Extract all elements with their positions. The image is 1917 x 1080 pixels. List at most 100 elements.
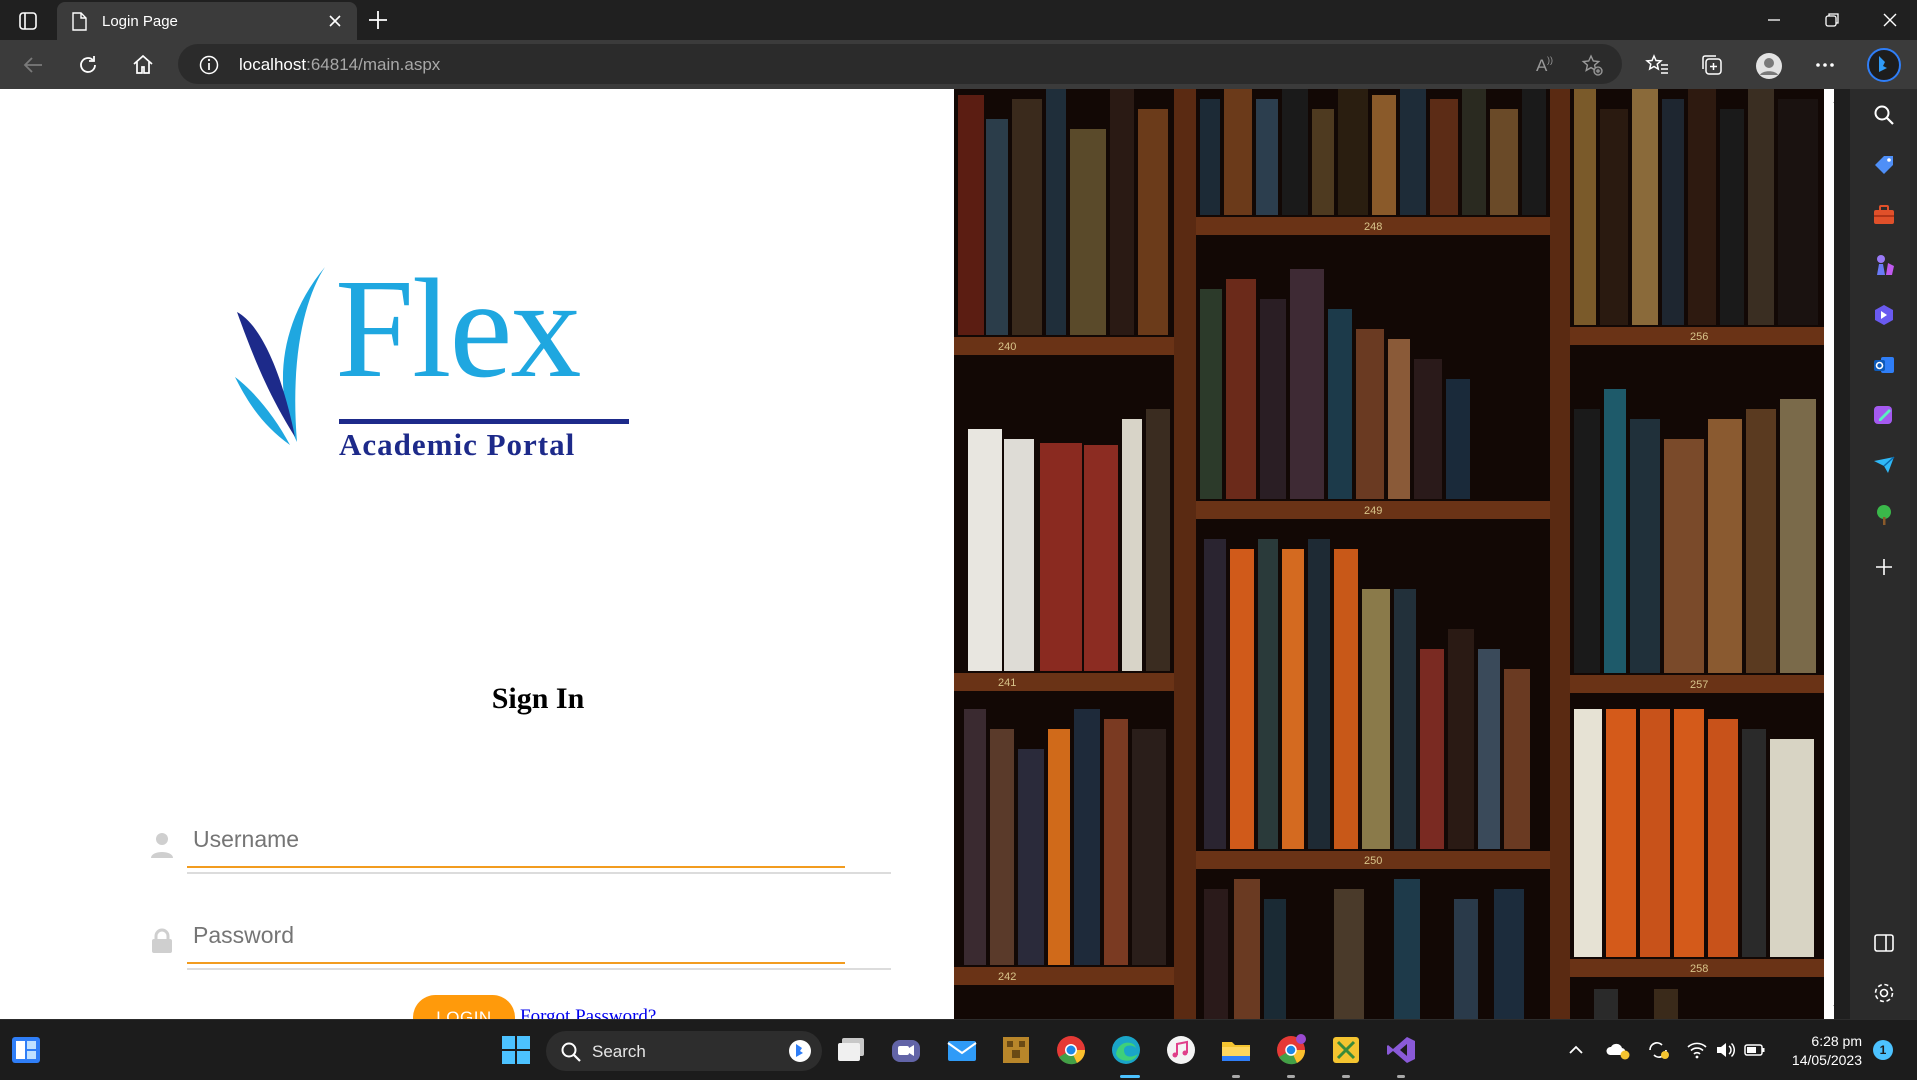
password-underline xyxy=(187,968,891,970)
svg-text:250: 250 xyxy=(1364,855,1382,867)
tab-actions-icon[interactable] xyxy=(14,9,42,33)
address-bar[interactable]: localhost:64814/main.aspx A)) xyxy=(178,44,1622,84)
svg-text:240: 240 xyxy=(998,341,1016,353)
home-icon[interactable] xyxy=(130,52,156,78)
taskbar-search-label: Search xyxy=(592,1042,646,1061)
sync-icon[interactable] xyxy=(1646,1040,1670,1065)
edge-sidebar xyxy=(1850,89,1917,1019)
page-icon xyxy=(71,12,87,36)
password-focus-line xyxy=(187,962,845,964)
password-field xyxy=(150,912,891,970)
logo-subtitle: Academic Portal xyxy=(339,427,576,462)
back-icon[interactable] xyxy=(20,52,46,78)
onedrive-icon[interactable] xyxy=(1606,1040,1630,1065)
minecraft-icon[interactable] xyxy=(1000,1034,1032,1066)
logo-word: Flex xyxy=(335,249,581,407)
copilot-icon[interactable] xyxy=(1872,303,1896,327)
username-underline xyxy=(187,872,891,874)
split-screen-icon[interactable] xyxy=(1872,931,1896,955)
volume-icon[interactable] xyxy=(1714,1040,1736,1065)
favorites-icon[interactable] xyxy=(1644,52,1670,78)
taskbar-search-icon xyxy=(560,1041,582,1068)
notification-badge[interactable]: 1 xyxy=(1873,1040,1893,1060)
username-field xyxy=(150,816,891,874)
chess-icon[interactable] xyxy=(1872,253,1896,277)
username-focus-line xyxy=(187,866,845,868)
logo-underline xyxy=(339,419,629,424)
login-button[interactable]: LOGIN xyxy=(413,995,515,1019)
itunes-icon[interactable] xyxy=(1165,1034,1197,1066)
add-icon[interactable] xyxy=(1872,555,1896,579)
url-host: localhost xyxy=(239,55,307,74)
teams-icon[interactable] xyxy=(890,1034,922,1066)
minimize-icon[interactable] xyxy=(1762,8,1786,32)
svg-text:242: 242 xyxy=(998,971,1016,983)
start-icon[interactable] xyxy=(500,1034,532,1066)
collections-icon[interactable] xyxy=(1699,52,1725,78)
lock-icon xyxy=(150,928,174,959)
new-tab-icon[interactable] xyxy=(366,8,390,37)
explorer-running-indicator xyxy=(1232,1075,1240,1078)
read-aloud-icon[interactable]: A)) xyxy=(1534,53,1558,82)
clock-date: 14/05/2023 xyxy=(1791,1052,1862,1068)
svg-text:256: 256 xyxy=(1690,331,1708,343)
tree-icon[interactable] xyxy=(1872,503,1896,527)
svg-text:257: 257 xyxy=(1690,679,1708,691)
chrome-icon[interactable] xyxy=(1055,1034,1087,1066)
clock-time: 6:28 pm xyxy=(1811,1033,1862,1049)
edge-active-indicator xyxy=(1120,1075,1140,1078)
bing-icon[interactable] xyxy=(788,1039,812,1068)
bing-chat-icon[interactable] xyxy=(1867,48,1901,82)
page-viewport: Flex Academic Portal Sign In LOGIN Forgo… xyxy=(0,89,1834,1019)
url-path: :64814/main.aspx xyxy=(306,55,441,74)
vs-running-indicator xyxy=(1397,1075,1405,1078)
signin-title: Sign In xyxy=(491,682,585,715)
briefcase-icon[interactable] xyxy=(1872,203,1896,227)
close-tab-icon[interactable] xyxy=(325,11,345,36)
visual-studio-icon[interactable] xyxy=(1385,1034,1417,1066)
svg-text:248: 248 xyxy=(1364,221,1382,233)
more-options-icon[interactable] xyxy=(1812,52,1838,78)
restore-icon[interactable] xyxy=(1820,8,1844,32)
snipping-running-indicator xyxy=(1342,1075,1350,1078)
page-scrollbar[interactable] xyxy=(1824,89,1834,1019)
snipping-icon[interactable] xyxy=(1330,1034,1362,1066)
taskbar-clock[interactable]: 6:28 pm 14/05/2023 xyxy=(1772,1032,1862,1070)
settings-icon[interactable] xyxy=(1872,981,1896,1005)
add-favorite-icon[interactable] xyxy=(1580,53,1604,82)
svg-text:)): )) xyxy=(1547,55,1553,65)
profile-icon[interactable] xyxy=(1755,52,1782,79)
tag-icon[interactable] xyxy=(1872,153,1896,177)
show-hidden-icons-icon[interactable] xyxy=(1566,1040,1586,1065)
site-info-icon[interactable] xyxy=(198,54,220,81)
wifi-icon[interactable] xyxy=(1686,1040,1708,1065)
outlook-icon[interactable] xyxy=(1872,353,1896,377)
svg-text:241: 241 xyxy=(998,677,1016,689)
refresh-icon[interactable] xyxy=(75,52,101,78)
tab-login-page[interactable]: Login Page xyxy=(57,2,357,40)
svg-text:258: 258 xyxy=(1690,963,1708,975)
browser-titlebar: Login Page xyxy=(0,0,1917,40)
logo-swoosh-icon xyxy=(235,267,325,445)
search-icon[interactable] xyxy=(1872,103,1896,127)
url-text[interactable]: localhost:64814/main.aspx xyxy=(239,55,440,75)
tab-title: Login Page xyxy=(102,13,178,30)
widgets-icon[interactable] xyxy=(10,1034,42,1066)
close-window-icon[interactable] xyxy=(1878,8,1902,32)
forgot-password-link[interactable]: Forgot Password? xyxy=(520,1006,656,1019)
password-input[interactable] xyxy=(193,922,793,949)
file-explorer-icon[interactable] xyxy=(1220,1034,1252,1066)
designer-icon[interactable] xyxy=(1872,403,1896,427)
edge-icon[interactable] xyxy=(1110,1034,1142,1066)
bookshelf-image: 240 248 256 249 241 257 250 242 258 xyxy=(954,89,1824,1019)
task-view-icon[interactable] xyxy=(836,1034,868,1066)
send-icon[interactable] xyxy=(1872,453,1896,477)
battery-icon[interactable] xyxy=(1743,1040,1767,1065)
browser-toolbar: localhost:64814/main.aspx A)) xyxy=(0,40,1917,89)
taskbar-search[interactable]: Search xyxy=(546,1031,822,1071)
mail-icon[interactable] xyxy=(946,1034,978,1066)
login-pane: Flex Academic Portal Sign In LOGIN Forgo… xyxy=(0,89,954,1019)
username-input[interactable] xyxy=(193,826,793,853)
chrome-profile-icon[interactable] xyxy=(1275,1034,1307,1066)
windows-taskbar: Search 6:28 pm 14/05/2023 1 xyxy=(0,1019,1917,1080)
